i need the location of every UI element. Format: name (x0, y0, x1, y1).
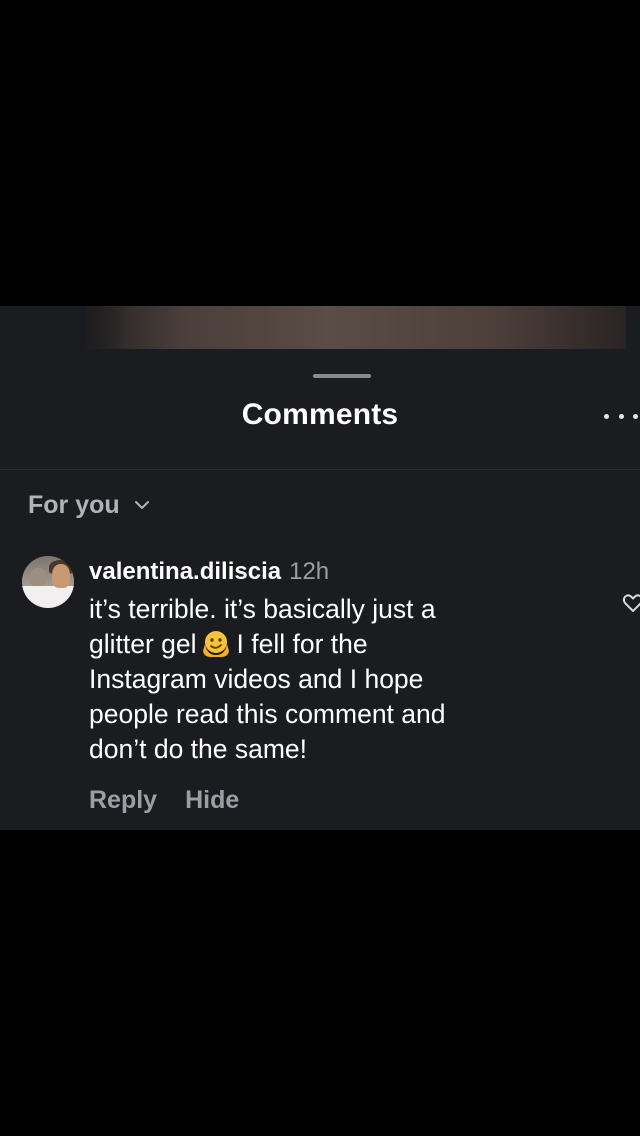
comment-text: it’s terrible. it’s basically just a gli… (89, 592, 609, 767)
video-area-top (0, 0, 640, 306)
comment-actions: Reply Hide (89, 786, 239, 815)
comment-timestamp: 12h (289, 558, 330, 585)
header-divider (0, 469, 640, 470)
comment-line-with-emoji: glitter gel I fell for the (89, 627, 609, 662)
more-options-button[interactable] (604, 402, 638, 430)
melting-face-emoji-icon (202, 631, 229, 657)
comment-item: valentina.diliscia 12h it’s terrible. it… (0, 554, 640, 824)
heart-outline-icon[interactable] (622, 592, 640, 614)
video-area-bottom (0, 830, 640, 1136)
comment-username[interactable]: valentina.diliscia (89, 558, 281, 586)
comment-line: don’t do the same! (89, 734, 308, 764)
comment-header: valentina.diliscia 12h (89, 558, 329, 586)
comment-line: people read this comment and (89, 699, 446, 729)
comment-line: it’s terrible. it’s basically just a (89, 594, 436, 624)
comment-line-part: I fell for the (236, 629, 368, 659)
sheet-drag-handle[interactable] (313, 374, 371, 378)
more-dot (633, 413, 638, 419)
sort-dropdown[interactable]: For you (28, 488, 150, 522)
more-dot (618, 413, 624, 419)
comments-sheet: Comments For you valentina.diliscia 12h … (0, 306, 640, 830)
reply-button[interactable]: Reply (89, 786, 157, 815)
comment-line-part: glitter gel (89, 629, 197, 659)
avatar[interactable] (22, 556, 74, 608)
comment-line: Instagram videos and I hope (89, 664, 424, 694)
chevron-down-icon (134, 501, 149, 509)
more-horizontal-icon (604, 413, 609, 419)
sheet-title: Comments (241, 398, 399, 431)
video-preview-strip (86, 306, 626, 349)
hide-button[interactable]: Hide (185, 786, 239, 815)
sort-label: For you (28, 490, 120, 519)
